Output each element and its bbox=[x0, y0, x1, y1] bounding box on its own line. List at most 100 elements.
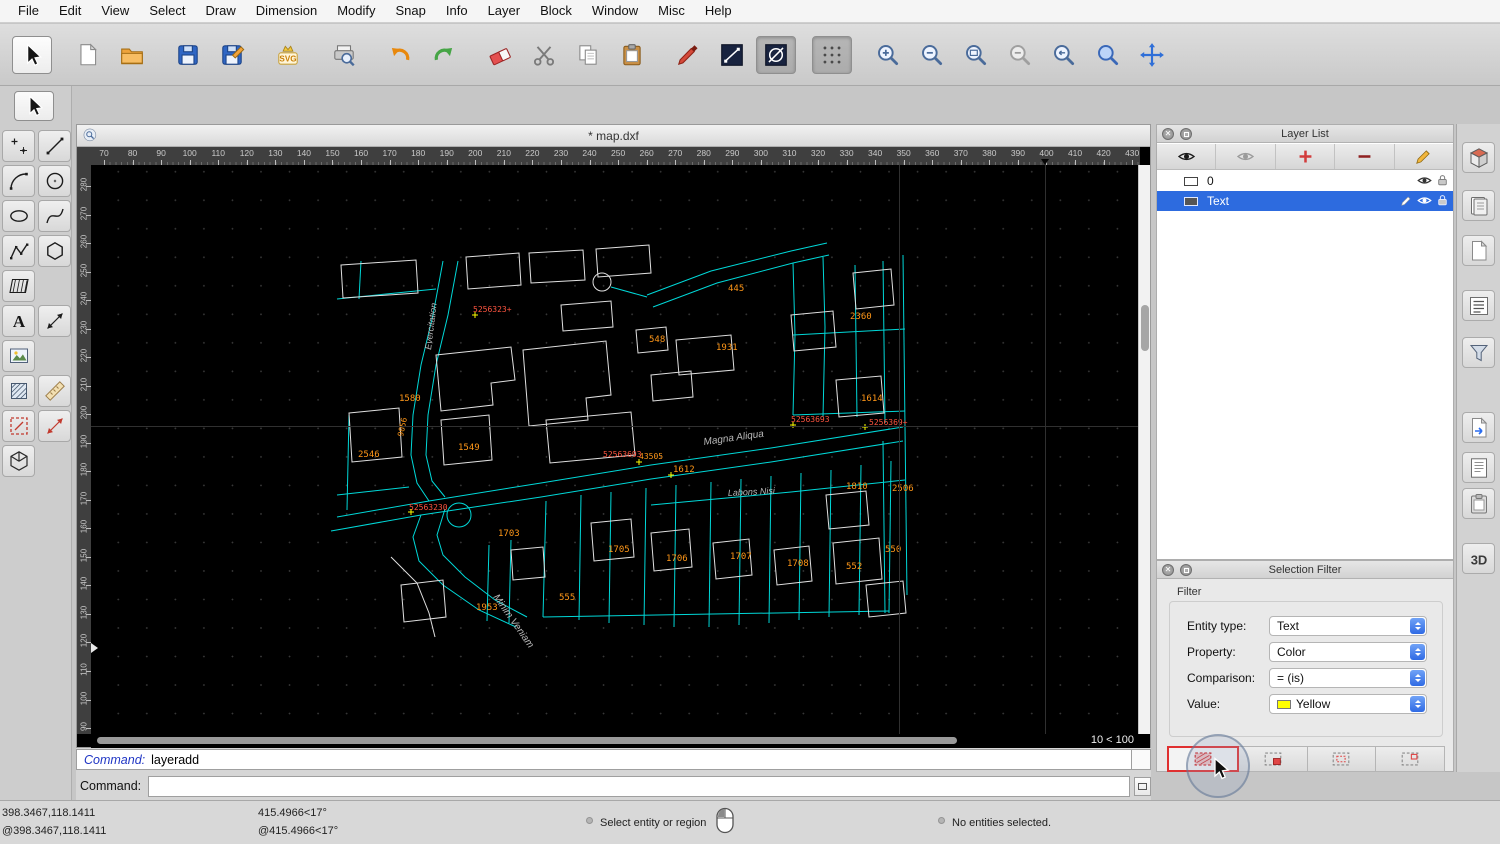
hatch-tool[interactable] bbox=[2, 270, 35, 302]
cut-button[interactable] bbox=[524, 36, 564, 74]
reference-view-button[interactable] bbox=[1462, 142, 1495, 173]
image-tool[interactable] bbox=[2, 340, 35, 372]
menu-select[interactable]: Select bbox=[139, 0, 195, 22]
point-tool[interactable] bbox=[2, 130, 35, 162]
previous-view-button[interactable] bbox=[1044, 36, 1084, 74]
grid-toggle-button[interactable] bbox=[812, 35, 852, 74]
clipboard-panel-button[interactable] bbox=[1462, 488, 1495, 519]
svg-export-button[interactable]: SVG bbox=[268, 36, 308, 74]
clear-selection-button[interactable] bbox=[756, 35, 796, 74]
ruler-number: 280 bbox=[696, 148, 711, 158]
horizontal-scrollbar-thumb[interactable] bbox=[97, 737, 957, 744]
menu-modify[interactable]: Modify bbox=[327, 0, 385, 22]
command-history-panel-button[interactable] bbox=[1462, 412, 1495, 443]
new-file-button[interactable] bbox=[68, 36, 108, 74]
map-road-line bbox=[643, 487, 647, 626]
polygon-tool[interactable] bbox=[38, 235, 71, 267]
toolbar-group bbox=[480, 36, 652, 74]
copy-button[interactable] bbox=[568, 36, 608, 74]
measure-tool[interactable] bbox=[38, 375, 71, 407]
zoom-out-button[interactable] bbox=[912, 36, 952, 74]
filter-dropdown-value[interactable]: Yellow bbox=[1269, 694, 1427, 714]
ellipse-tool[interactable] bbox=[2, 200, 35, 232]
selection-filter-panel-button[interactable] bbox=[1462, 337, 1495, 368]
menu-view[interactable]: View bbox=[91, 0, 139, 22]
auto-zoom-button[interactable] bbox=[956, 36, 996, 74]
menu-edit[interactable]: Edit bbox=[49, 0, 91, 22]
lock-icon[interactable] bbox=[1436, 194, 1449, 210]
open-file-button[interactable] bbox=[112, 36, 152, 74]
menu-info[interactable]: Info bbox=[436, 0, 478, 22]
selection-pointer-button[interactable] bbox=[12, 35, 52, 74]
circle-tool[interactable] bbox=[38, 165, 71, 197]
eye-icon[interactable] bbox=[1417, 194, 1432, 210]
arc-tool[interactable] bbox=[2, 165, 35, 197]
command-history-scrollbar[interactable] bbox=[1132, 749, 1151, 770]
menu-block[interactable]: Block bbox=[530, 0, 582, 22]
filter-dropdown-property[interactable]: Color bbox=[1269, 642, 1427, 662]
ruler-number: 100 bbox=[79, 691, 89, 705]
redo-button[interactable] bbox=[424, 36, 464, 74]
keyboard-toggle-button[interactable] bbox=[1134, 777, 1151, 796]
close-icon[interactable]: ✕ bbox=[1162, 128, 1174, 140]
close-icon[interactable]: ✕ bbox=[1162, 564, 1174, 576]
spline-tool[interactable] bbox=[38, 200, 71, 232]
menu-window[interactable]: Window bbox=[582, 0, 648, 22]
menu-file[interactable]: File bbox=[8, 0, 49, 22]
add-layer-button[interactable] bbox=[1276, 144, 1336, 169]
menu-misc[interactable]: Misc bbox=[648, 0, 695, 22]
menu-help[interactable]: Help bbox=[695, 0, 742, 22]
menu-dimension[interactable]: Dimension bbox=[246, 0, 327, 22]
layer-row-0[interactable]: 0 bbox=[1157, 171, 1453, 191]
menu-layer[interactable]: Layer bbox=[478, 0, 531, 22]
detach-icon[interactable] bbox=[1180, 128, 1192, 140]
zoom-selection-button[interactable] bbox=[1000, 36, 1040, 74]
undo-button[interactable] bbox=[380, 36, 420, 74]
text-tool[interactable]: A bbox=[2, 305, 35, 337]
property-pen-button[interactable] bbox=[668, 36, 708, 74]
filter-dropdown-entity-type[interactable]: Text bbox=[1269, 616, 1427, 636]
remove-layer-button[interactable] bbox=[1335, 144, 1395, 169]
line-entity-button[interactable] bbox=[712, 36, 752, 74]
edit-layer-button[interactable] bbox=[1395, 144, 1453, 169]
filter-dropdown-comparison[interactable]: = (is) bbox=[1269, 668, 1427, 688]
drawing-canvas[interactable]: 445 2360 548 1931 1614 1580 2546 1549 1612 1810 25… bbox=[91, 165, 1140, 734]
filter-remove-button[interactable] bbox=[1307, 746, 1377, 772]
eye-icon[interactable] bbox=[1417, 174, 1432, 190]
property-editor-button[interactable] bbox=[1462, 452, 1495, 483]
horizontal-scrollbar[interactable]: 10 < 100 bbox=[91, 734, 1140, 748]
polyline-tool[interactable] bbox=[2, 235, 35, 267]
zoom-in-button[interactable] bbox=[868, 36, 908, 74]
document-title-bar[interactable]: * map.dxf bbox=[77, 125, 1150, 147]
print-preview-button[interactable] bbox=[324, 36, 364, 74]
save-as-button[interactable] bbox=[212, 36, 252, 74]
lock-icon[interactable] bbox=[1436, 174, 1449, 190]
layer-show-all-button[interactable] bbox=[1157, 144, 1217, 169]
detach-icon[interactable] bbox=[1180, 564, 1192, 576]
vertical-scrollbar[interactable] bbox=[1138, 165, 1150, 734]
line-tool[interactable] bbox=[38, 130, 71, 162]
sheet-view-button[interactable] bbox=[1462, 235, 1495, 266]
dimension-red-tool[interactable] bbox=[38, 410, 71, 442]
three-d-toggle-button[interactable]: 3D bbox=[1462, 543, 1495, 574]
menu-snap[interactable]: Snap bbox=[386, 0, 436, 22]
vertical-scrollbar-thumb[interactable] bbox=[1141, 305, 1149, 351]
layer-row-text[interactable]: Text bbox=[1157, 191, 1453, 211]
erase-button[interactable] bbox=[480, 36, 520, 74]
palette-selection-pointer[interactable] bbox=[14, 91, 54, 121]
layer-toggle-visibility-button[interactable] bbox=[1216, 144, 1276, 169]
filter-deselect-button[interactable] bbox=[1376, 746, 1445, 772]
save-button[interactable] bbox=[168, 36, 208, 74]
library-browser-button[interactable] bbox=[1462, 190, 1495, 221]
isometric-view-tool[interactable] bbox=[2, 445, 35, 477]
solid-fill-tool[interactable] bbox=[2, 375, 35, 407]
block-list-button[interactable] bbox=[1462, 290, 1495, 321]
dimension-tool[interactable] bbox=[38, 305, 71, 337]
paste-button[interactable] bbox=[612, 36, 652, 74]
edit-pencil-icon[interactable] bbox=[1400, 194, 1413, 210]
command-input[interactable] bbox=[148, 776, 1130, 797]
pan-button[interactable] bbox=[1132, 36, 1172, 74]
modify-tool[interactable] bbox=[2, 410, 35, 442]
zoom-window-button[interactable] bbox=[1088, 36, 1128, 74]
menu-draw[interactable]: Draw bbox=[195, 0, 245, 22]
